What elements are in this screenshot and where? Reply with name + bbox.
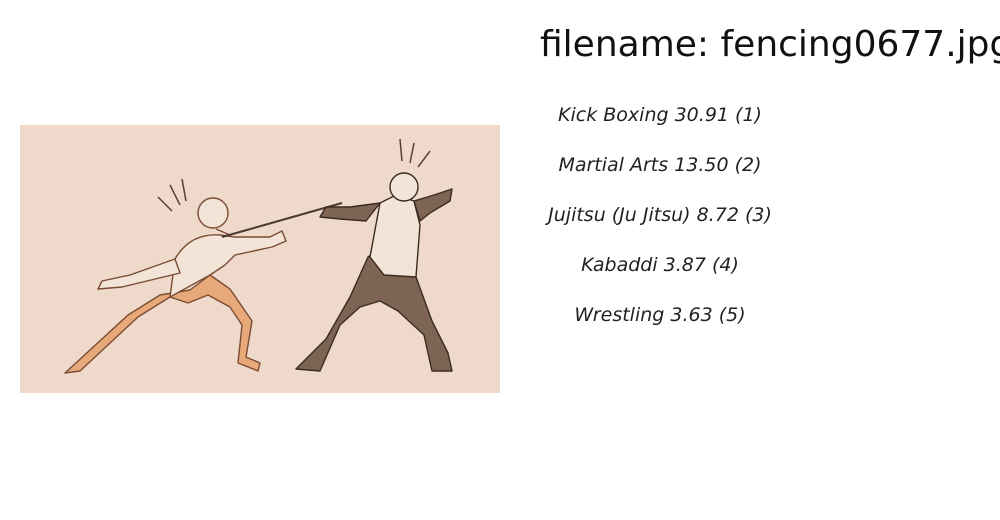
prediction-item: Martial Arts 13.50 (2) — [558, 154, 762, 176]
prediction-item: Jujitsu (Ju Jitsu) 8.72 (3) — [548, 204, 772, 226]
prediction-item: Wrestling 3.63 (5) — [574, 304, 746, 326]
fencing-illustration — [20, 125, 500, 393]
prediction-item: Kick Boxing 30.91 (1) — [558, 104, 762, 126]
filename-label: filename: fencing0677.jpg — [540, 24, 1000, 65]
prediction-list: Kick Boxing 30.91 (1) Martial Arts 13.50… — [520, 100, 800, 350]
prediction-item: Kabaddi 3.87 (4) — [581, 254, 739, 276]
